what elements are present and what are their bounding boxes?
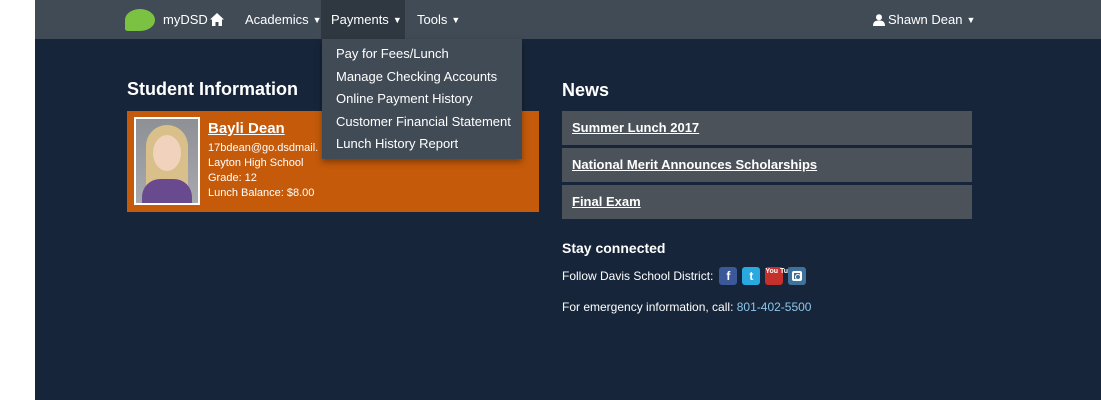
brand-label: myDSD [163, 12, 208, 27]
student-section-title: Student Information [127, 79, 298, 99]
nav-payments[interactable]: Payments ▼ [321, 0, 405, 39]
instagram-icon[interactable] [788, 267, 807, 285]
menu-item-customer-financial-statement[interactable]: Customer Financial Statement [322, 111, 522, 134]
emergency-info: For emergency information, call: 801-402… [562, 300, 811, 314]
caret-down-icon: ▼ [392, 15, 402, 25]
menu-item-online-payment-history[interactable]: Online Payment History [322, 88, 522, 111]
news-item[interactable]: National Merit Announces Scholarships [562, 148, 972, 182]
caret-down-icon: ▼ [451, 15, 461, 25]
navbar: myDSD Academics ▼ Payments ▼ Tools ▼ Shawn … [35, 0, 1101, 39]
caret-down-icon: ▼ [966, 15, 976, 25]
menu-item-lunch-history-report[interactable]: Lunch History Report [322, 133, 522, 156]
news-item[interactable]: Final Exam [562, 185, 972, 219]
stay-connected-title: Stay connected [562, 240, 666, 256]
home-icon [210, 13, 224, 26]
emergency-text: For emergency information, call: [562, 300, 734, 314]
student-grade: Grade: 12 [208, 172, 257, 184]
home-button[interactable] [210, 0, 224, 39]
follow-row: Follow Davis School District: f t You Tu… [562, 265, 807, 287]
nav-payments-label: Payments [331, 12, 389, 27]
student-school: Layton High School [208, 157, 304, 169]
student-name-link[interactable]: Bayli Dean [208, 120, 285, 137]
nav-tools-label: Tools [417, 12, 448, 27]
menu-item-manage-checking-accounts[interactable]: Manage Checking Accounts [322, 66, 522, 89]
news-section-title: News [562, 80, 610, 100]
nav-academics-label: Academics [245, 12, 309, 27]
facebook-icon[interactable]: f [719, 267, 738, 285]
news-item[interactable]: Summer Lunch 2017 [562, 111, 972, 145]
nav-academics[interactable]: Academics ▼ [245, 0, 322, 39]
student-email: 17bdean@go.dsdmail. [208, 142, 319, 154]
nav-tools[interactable]: Tools ▼ [417, 0, 460, 39]
payments-dropdown-menu: Pay for Fees/Lunch Manage Checking Accou… [322, 39, 522, 159]
twitter-icon[interactable]: t [742, 267, 761, 285]
youtube-icon[interactable]: You Tube [765, 267, 796, 285]
menu-item-pay-fees-lunch[interactable]: Pay for Fees/Lunch [322, 43, 522, 66]
brand-link[interactable]: myDSD [125, 0, 208, 39]
follow-text: Follow Davis School District: [562, 269, 714, 283]
user-menu[interactable]: Shawn Dean ▼ [873, 0, 975, 39]
emergency-phone-link[interactable]: 801-402-5500 [737, 300, 812, 314]
app-frame: myDSD Academics ▼ Payments ▼ Tools ▼ Shawn … [35, 0, 1101, 400]
user-icon [873, 14, 885, 26]
leaf-logo-icon [125, 8, 155, 31]
student-photo [134, 117, 200, 205]
user-name: Shawn Dean [888, 12, 963, 27]
student-lunch-balance: Lunch Balance: $8.00 [208, 187, 315, 199]
